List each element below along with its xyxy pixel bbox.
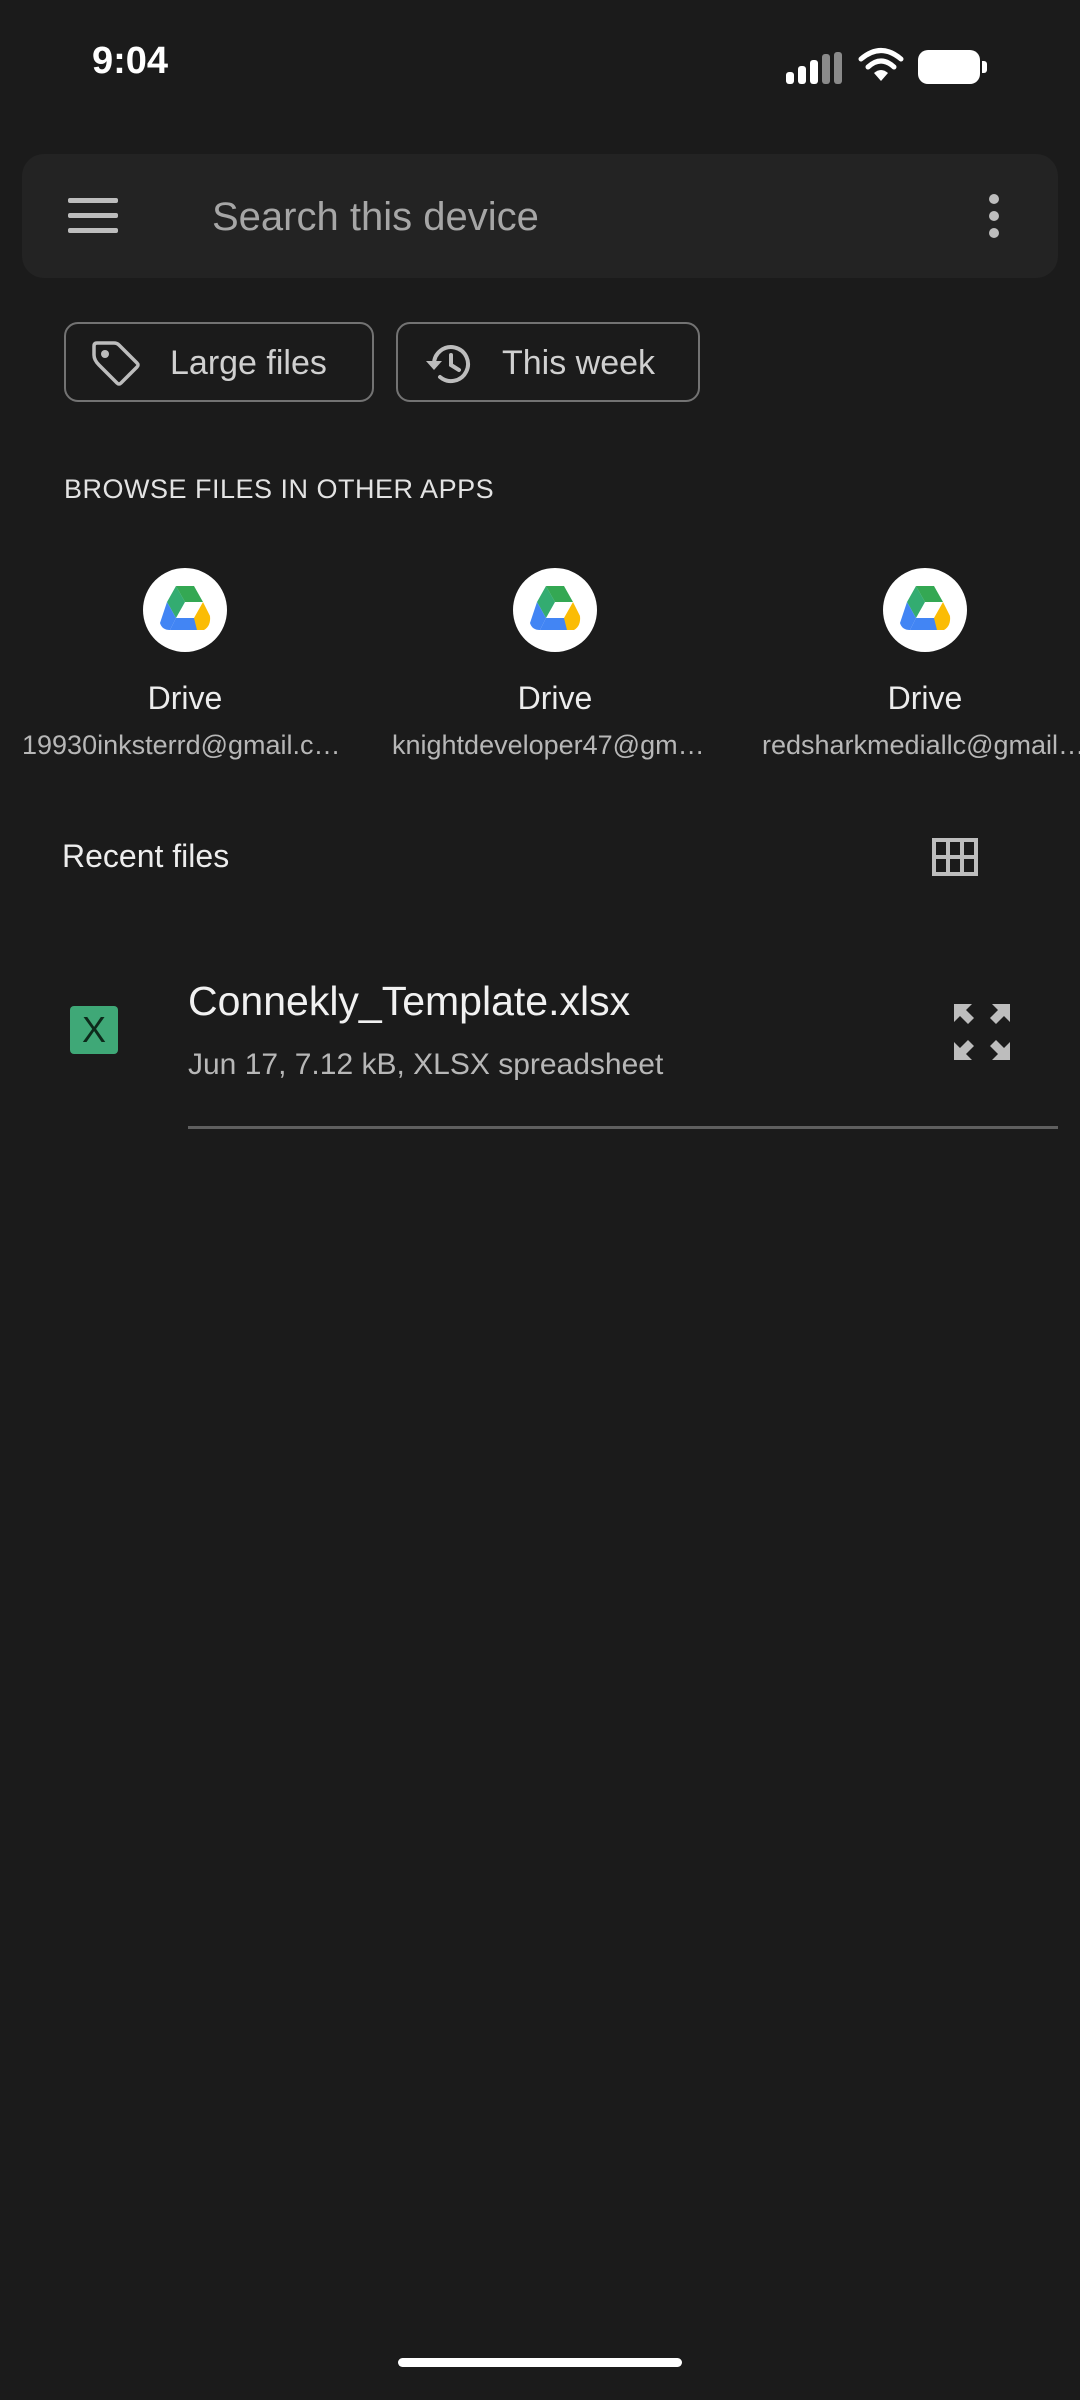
battery-icon	[918, 50, 988, 84]
search-bar	[22, 154, 1058, 278]
status-time: 9:04	[92, 40, 169, 82]
chip-label: Large files	[170, 344, 327, 382]
app-name: Drive	[887, 680, 963, 716]
file-name: Connekly_Template.xlsx	[188, 978, 631, 1024]
grid-view-icon[interactable]	[932, 838, 978, 876]
hamburger-menu-icon[interactable]	[68, 198, 118, 234]
wifi-icon	[858, 48, 904, 81]
chip-this-week[interactable]: This week	[396, 322, 700, 402]
chip-label: This week	[502, 344, 656, 382]
cellular-signal-icon	[786, 52, 844, 84]
recent-file-row[interactable]: X Connekly_Template.xlsx Jun 17, 7.12 kB…	[0, 950, 1080, 1130]
divider	[188, 1126, 1058, 1129]
browse-section-title: BROWSE FILES IN OTHER APPS	[64, 474, 495, 504]
home-indicator[interactable]	[398, 2358, 682, 2367]
spreadsheet-file-icon: X	[70, 1006, 118, 1054]
tag-icon	[92, 341, 140, 386]
app-account: 19930inksterrd@gmail.com	[22, 730, 348, 760]
file-meta: Jun 17, 7.12 kB, XLSX spreadsheet	[188, 1048, 664, 1081]
recent-files-title: Recent files	[62, 838, 230, 874]
app-name: Drive	[517, 680, 593, 716]
app-name: Drive	[147, 680, 223, 716]
drive-app-tile[interactable]: Drive knightdeveloper47@gmail.com	[380, 560, 730, 770]
more-options-icon[interactable]	[982, 192, 1006, 240]
drive-app-tile[interactable]: Drive 19930inksterrd@gmail.com	[10, 560, 360, 770]
search-input[interactable]	[210, 190, 914, 244]
google-drive-icon	[883, 568, 967, 652]
drive-app-tile[interactable]: Drive redsharkmediallc@gmail.com	[750, 560, 1080, 770]
google-drive-icon	[143, 568, 227, 652]
google-drive-icon	[513, 568, 597, 652]
app-account: redsharkmediallc@gmail.com	[762, 730, 1080, 760]
expand-preview-icon[interactable]	[950, 1000, 1014, 1064]
status-bar: 9:04	[0, 0, 1080, 130]
chip-large-files[interactable]: Large files	[64, 322, 374, 402]
files-app-screen: 9:04 Search this device Large files This…	[0, 0, 1080, 2400]
app-account: knightdeveloper47@gmail.com	[392, 730, 718, 760]
history-icon	[426, 345, 470, 383]
